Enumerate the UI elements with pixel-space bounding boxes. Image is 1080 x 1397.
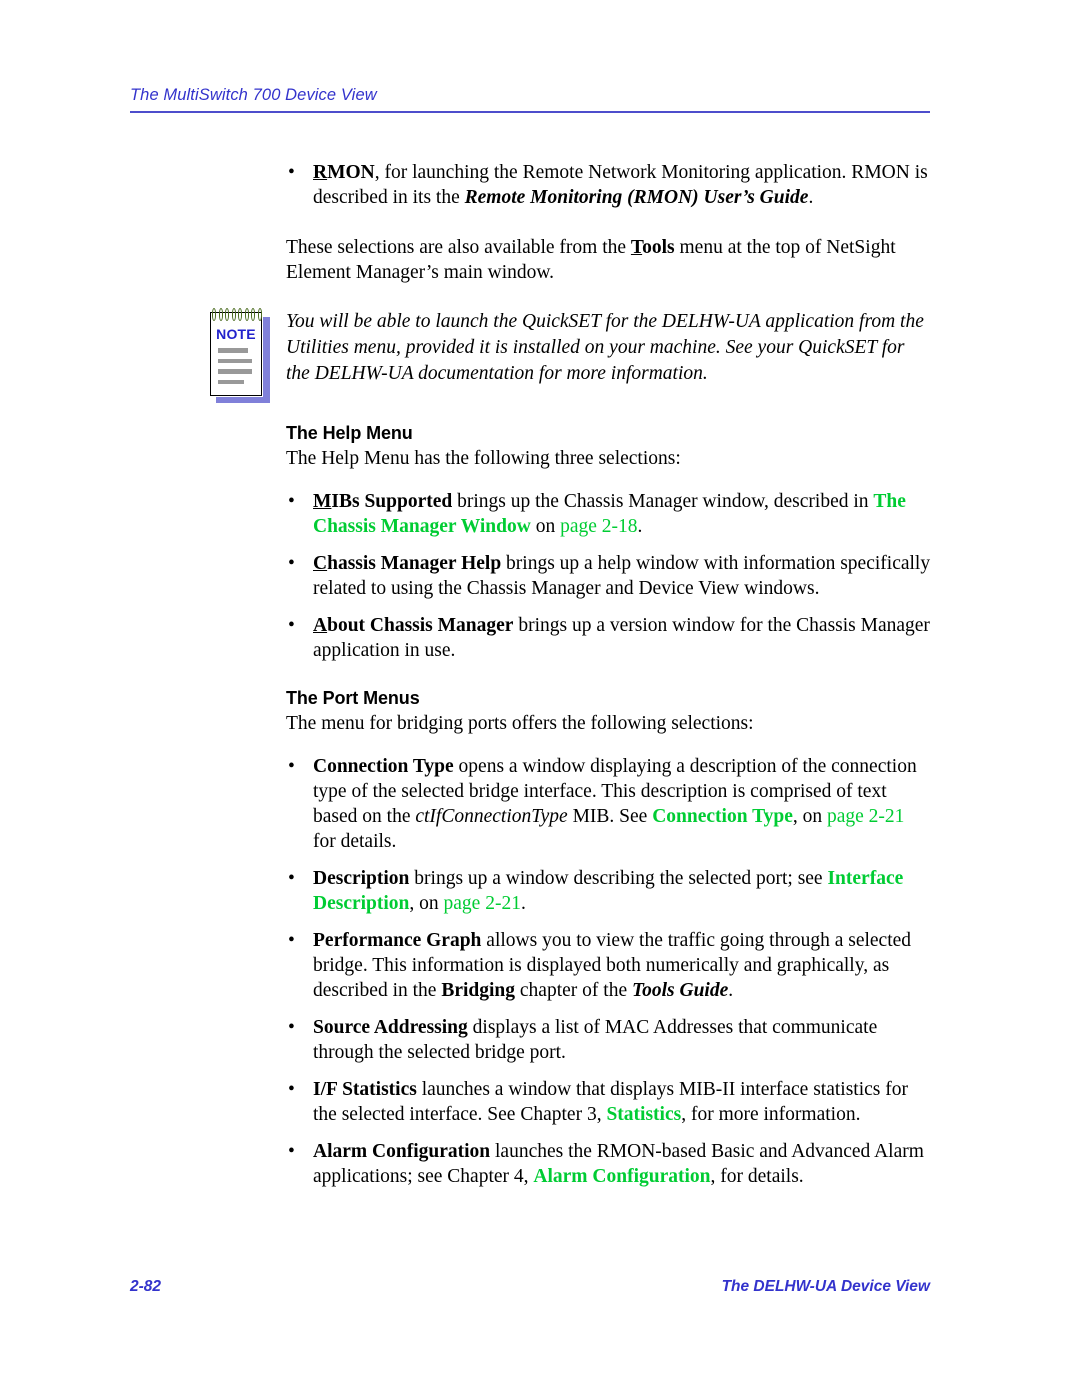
if-statistics-text-2: , for more information. <box>681 1104 861 1125</box>
footer-title: The DELHW-UA Device View <box>721 1278 930 1295</box>
tools-term-rest: ools <box>642 237 675 258</box>
xref-alarm-configuration[interactable]: Alarm Configuration <box>533 1166 710 1187</box>
chassis-help-term-rest: hassis Manager Help <box>327 553 502 574</box>
note-icon-line <box>218 369 252 374</box>
note-icon: NOTE <box>210 308 272 403</box>
if-statistics-term: I/F Statistics <box>313 1079 417 1100</box>
rmon-guide-ref: Remote Monitoring (RMON) User’s Guide <box>464 187 809 208</box>
xref-connection-type[interactable]: Connection Type <box>652 806 793 827</box>
header-title: The MultiSwitch 700 Device View <box>130 86 377 104</box>
bullet-marker: • <box>288 930 295 951</box>
rmon-accelerator: R <box>313 162 328 183</box>
spiral-ring <box>225 308 230 321</box>
spiral-ring <box>231 308 236 321</box>
list-item-performance-graph: • Performance Graph allows you to view t… <box>286 928 931 1003</box>
mibs-text-2: on <box>530 516 561 537</box>
xref-page-2-18[interactable]: page 2-18 <box>560 516 637 537</box>
list-item-connection-type: • Connection Type opens a window display… <box>286 754 931 854</box>
source-addressing-term: Source Addressing <box>313 1017 468 1038</box>
mibs-term: MIBs Supported <box>313 491 452 512</box>
mibs-term-rest: IBs Supported <box>331 491 453 512</box>
spiral-ring <box>218 308 223 321</box>
note-icon-shadow-bottom <box>216 397 270 403</box>
note-icon-line <box>218 379 244 384</box>
about-term-rest: bout Chassis Manager <box>327 615 514 636</box>
chassis-help-accelerator: C <box>313 553 328 574</box>
list-item-chassis-manager-help: • Chassis Manager Help brings up a help … <box>286 551 931 601</box>
tools-text-1: These selections are also available from… <box>286 237 631 258</box>
list-item-about-chassis-manager: • About Chassis Manager brings up a vers… <box>286 613 931 663</box>
list-item-rmon: • RMON, for launching the Remote Network… <box>286 160 931 210</box>
spiral-binding-icon <box>212 308 262 322</box>
note-label: NOTE <box>216 326 256 342</box>
ctifconnectiontype-mib: ctIfConnectionType <box>415 806 568 827</box>
bullet-marker: • <box>288 756 295 777</box>
tools-guide-ref: Tools Guide <box>631 980 729 1001</box>
spiral-ring <box>244 308 249 321</box>
spiral-ring <box>238 308 243 321</box>
bullet-marker: • <box>288 553 295 574</box>
note-icon-line <box>218 358 252 363</box>
description-text-1: brings up a window describing the select… <box>409 868 828 889</box>
list-item-source-addressing: • Source Addressing displays a list of M… <box>286 1015 931 1065</box>
note-icon-line <box>218 348 248 353</box>
spiral-ring <box>212 308 217 321</box>
rmon-term-rest: MON <box>327 162 375 183</box>
running-header: The MultiSwitch 700 Device View <box>130 86 930 113</box>
note-icon-text-lines <box>218 348 254 390</box>
performance-graph-text-2: chapter of the <box>515 980 632 1001</box>
mibs-accelerator: M <box>313 491 332 512</box>
description-term: Description <box>313 868 410 889</box>
paragraph-tools-menu: These selections are also available from… <box>286 235 931 285</box>
running-footer: 2-82 The DELHW-UA Device View <box>130 1278 930 1296</box>
alarm-configuration-text-2: , for details. <box>710 1166 804 1187</box>
spiral-ring <box>257 308 262 321</box>
chassis-help-term: Chassis Manager Help <box>313 553 501 574</box>
heading-help-menu: The Help Menu <box>286 423 413 443</box>
heading-port-menus: The Port Menus <box>286 688 420 708</box>
rmon-text-2: . <box>808 187 814 208</box>
paragraph-help-menu-intro: The Help Menu has the following three se… <box>286 448 681 469</box>
rmon-term: RMON <box>313 162 375 183</box>
bullet-marker: • <box>288 162 295 183</box>
performance-graph-term: Performance Graph <box>313 930 482 951</box>
xref-page-2-21-description[interactable]: page 2-21 <box>444 893 521 914</box>
header-divider <box>130 111 930 113</box>
description-text-3: . <box>520 893 526 914</box>
bullet-marker: • <box>288 1079 295 1100</box>
mibs-text-1: brings up the Chassis Manager window, de… <box>452 491 874 512</box>
performance-graph-text-3: . <box>728 980 734 1001</box>
connection-type-term: Connection Type <box>313 756 454 777</box>
mibs-text-3: . <box>637 516 643 537</box>
connection-type-text-2: MIB. See <box>567 806 653 827</box>
list-item-alarm-configuration: • Alarm Configuration launches the RMON-… <box>286 1139 931 1189</box>
bullet-marker: • <box>288 1141 295 1162</box>
bullet-marker: • <box>288 491 295 512</box>
list-item-mibs-supported: • MIBs Supported brings up the Chassis M… <box>286 489 931 539</box>
xref-statistics[interactable]: Statistics <box>606 1104 681 1125</box>
about-accelerator: A <box>313 615 328 636</box>
alarm-configuration-term: Alarm Configuration <box>313 1141 491 1162</box>
note-text: You will be able to launch the QuickSET … <box>286 311 924 384</box>
note-icon-shadow-right <box>263 317 270 403</box>
spiral-ring <box>251 308 256 321</box>
connection-type-text-3: , on <box>792 806 827 827</box>
about-term: About Chassis Manager <box>313 615 513 636</box>
xref-page-2-21-connection[interactable]: page 2-21 <box>827 806 904 827</box>
connection-type-text-4: for details. <box>313 831 397 852</box>
bullet-marker: • <box>288 868 295 889</box>
footer-page-number: 2-82 <box>130 1278 162 1295</box>
list-item-if-statistics: • I/F Statistics launches a window that … <box>286 1077 931 1127</box>
bullet-marker: • <box>288 615 295 636</box>
tools-term: Tools <box>631 237 675 258</box>
bridging-chapter-ref: Bridging <box>441 980 516 1001</box>
bullet-marker: • <box>288 1017 295 1038</box>
tools-accelerator: T <box>630 237 643 258</box>
description-text-2: , on <box>409 893 444 914</box>
document-page: The MultiSwitch 700 Device View • RMON, … <box>0 0 1080 1397</box>
list-item-description: • Description brings up a window describ… <box>286 866 931 916</box>
paragraph-port-menus-intro: The menu for bridging ports offers the f… <box>286 713 754 734</box>
